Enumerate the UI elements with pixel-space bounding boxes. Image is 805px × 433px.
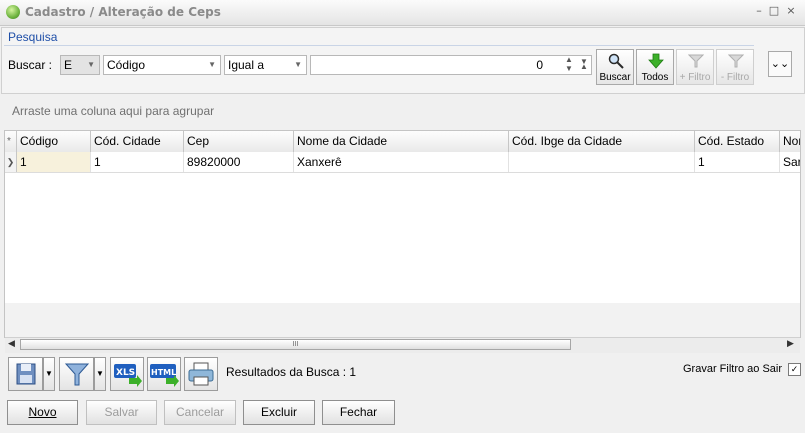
section-divider (4, 45, 754, 46)
cell-nome-cidade[interactable]: Xanxerê (294, 152, 509, 172)
buscar-label-text: Buscar (599, 72, 631, 83)
chevron-down-icon: ▼ (96, 369, 104, 378)
logic-operator-value: E (64, 58, 73, 72)
filter-remove-icon (728, 54, 744, 68)
fechar-button[interactable]: Fechar (322, 400, 395, 425)
export-html-button[interactable]: HTML (147, 357, 181, 391)
search-field-select[interactable]: Código ▼ (103, 55, 221, 75)
search-value: 0 (536, 58, 543, 72)
save-layout-button[interactable] (8, 357, 43, 391)
todos-label-text: Todos (641, 72, 669, 83)
filter-add-icon (688, 54, 704, 68)
comparison-select[interactable]: Igual a ▼ (224, 55, 307, 75)
printer-icon (188, 362, 214, 386)
add-filter-button[interactable]: + Filtro (676, 49, 714, 85)
xls-export-icon: XLS (114, 364, 142, 387)
app-icon (6, 5, 20, 19)
buscar-label: Buscar : (8, 58, 53, 72)
novo-label: Novo (28, 405, 57, 419)
cell-codigo[interactable]: 1 (17, 152, 91, 172)
indicator-header: * (5, 131, 17, 152)
spin-up-icon[interactable]: ▲ (565, 55, 573, 64)
comparison-value: Igual a (228, 58, 265, 72)
todos-button[interactable]: Todos (636, 49, 674, 85)
excluir-label: Excluir (260, 405, 297, 419)
scroll-left-icon[interactable]: ◀ (8, 338, 15, 349)
column-header-cod-estado[interactable]: Cód. Estado (695, 131, 780, 152)
add-filter-label-text: + Filtro (679, 72, 711, 83)
spin-down-icon[interactable]: ▼ (565, 64, 573, 73)
column-header-codigo[interactable]: Código (17, 131, 91, 152)
search-section-label: Pesquisa (8, 30, 58, 44)
scroll-thumb[interactable]: III (20, 339, 571, 350)
save-filter-on-exit-label: Gravar Filtro ao Sair (683, 363, 783, 375)
filter-options-button[interactable] (59, 357, 94, 391)
scroll-right-icon[interactable]: ▶ (787, 338, 794, 349)
excluir-button[interactable]: Excluir (243, 400, 315, 425)
double-chevron-down-icon: ⌄⌄ (770, 58, 790, 70)
cancelar-label: Cancelar (175, 405, 225, 419)
save-filter-on-exit-checkbox[interactable]: ✓ (788, 363, 801, 376)
grid-empty-area (5, 173, 800, 303)
save-layout-dropdown[interactable]: ▼ (43, 357, 55, 391)
salvar-label: Salvar (104, 405, 139, 419)
column-header-cod-cidade[interactable]: Cód. Cidade (91, 131, 184, 152)
column-header-nome[interactable]: Nor (780, 131, 800, 152)
cell-cod-cidade[interactable]: 1 (91, 152, 184, 172)
window-title: Cadastro / Alteração de Ceps (25, 5, 221, 19)
search-value-input[interactable]: 0 (310, 55, 592, 75)
close-button[interactable]: × (784, 4, 798, 18)
grid-header: * Código Cód. Cidade Cep Nome da Cidade … (5, 131, 800, 153)
chevron-down-icon: ▼ (87, 60, 95, 69)
fechar-label: Fechar (339, 405, 378, 419)
salvar-button[interactable]: Salvar (86, 400, 157, 425)
spin-up-alt-icon[interactable]: ▲ (580, 62, 588, 71)
table-row[interactable]: ❯ 1 1 89820000 Xanxerê 1 Sar (5, 152, 800, 173)
remove-filter-button[interactable]: - Filtro (716, 49, 754, 85)
results-count: Resultados da Busca : 1 (226, 365, 357, 379)
chevron-down-icon: ▼ (45, 369, 53, 378)
cancelar-button[interactable]: Cancelar (164, 400, 236, 425)
print-button[interactable] (184, 357, 218, 391)
svg-text:XLS: XLS (116, 368, 135, 378)
buscar-button[interactable]: Buscar (596, 49, 634, 85)
column-header-nome-cidade[interactable]: Nome da Cidade (294, 131, 509, 152)
row-indicator-icon: ❯ (5, 152, 17, 172)
results-grid: * Código Cód. Cidade Cep Nome da Cidade … (4, 130, 801, 338)
svg-text:HTML: HTML (151, 368, 176, 377)
funnel-icon (64, 363, 90, 386)
search-field-value: Código (107, 58, 146, 72)
collapse-panel-button[interactable]: ⌄⌄ (768, 51, 792, 77)
novo-button[interactable]: Novo (7, 400, 78, 425)
chevron-down-icon: ▼ (208, 60, 216, 69)
column-header-cep[interactable]: Cep (184, 131, 294, 152)
group-by-hint: Arraste uma coluna aqui para agrupar (12, 104, 215, 118)
magnifier-icon (608, 53, 624, 69)
html-export-icon: HTML (150, 364, 179, 387)
chevron-down-icon: ▼ (294, 60, 302, 69)
remove-filter-label-text: - Filtro (720, 72, 750, 83)
cell-nome[interactable]: Sar (780, 152, 800, 172)
logic-operator-select[interactable]: E ▼ (60, 55, 100, 75)
cell-cep[interactable]: 89820000 (184, 152, 294, 172)
cell-cod-ibge[interactable] (509, 152, 695, 172)
arrow-down-icon (648, 53, 664, 69)
cell-cod-estado[interactable]: 1 (695, 152, 780, 172)
maximize-button[interactable]: □ (767, 4, 781, 18)
filter-options-dropdown[interactable]: ▼ (94, 357, 106, 391)
column-header-cod-ibge[interactable]: Cód. Ibge da Cidade (509, 131, 695, 152)
minimize-button[interactable]: – (752, 4, 766, 18)
export-xls-button[interactable]: XLS (110, 357, 144, 391)
save-filter-icon (16, 363, 36, 385)
